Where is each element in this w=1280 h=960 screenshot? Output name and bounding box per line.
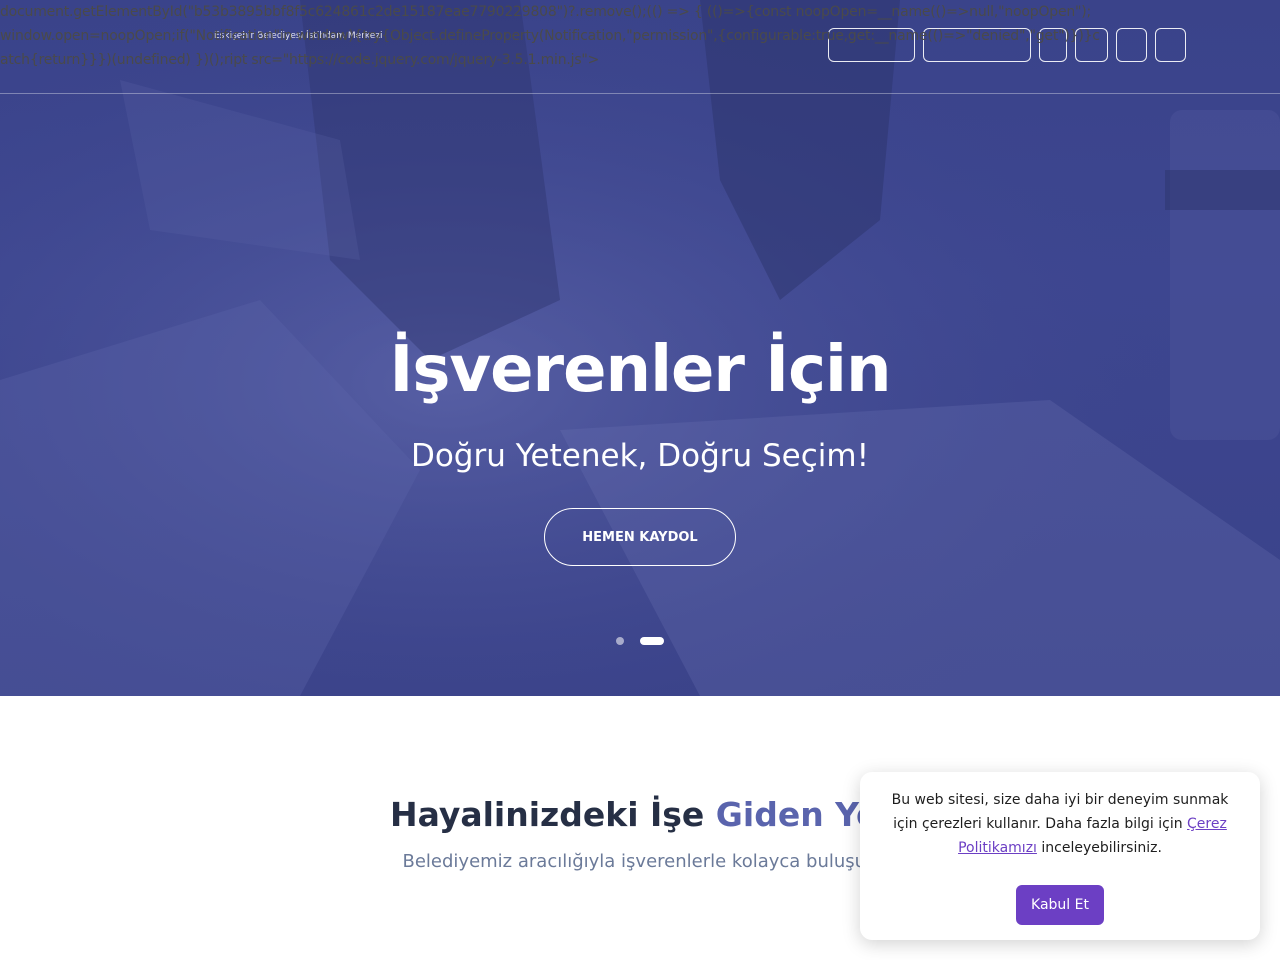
cookie-text-after: inceleyebilirsiniz. <box>1036 840 1162 856</box>
hero-slider: Eskişehir Belediyesi İstihdam Merkezi İş… <box>0 0 1280 696</box>
header-divider <box>0 93 1280 94</box>
cookie-text: Bu web sitesi, size daha iyi bir deneyim… <box>878 788 1242 860</box>
slider-dot-1[interactable] <box>616 637 624 645</box>
hero-subtitle: Doğru Yetenek, Doğru Seçim! <box>410 438 870 474</box>
leaked-script-text: document.getElementById("b53b3895bbf8f5c… <box>0 4 1100 68</box>
nav-icon-button-3[interactable] <box>1116 28 1147 62</box>
slider-pagination <box>0 637 1280 647</box>
register-now-button[interactable]: HEMEN KAYDOL <box>544 508 736 566</box>
cookie-banner: Bu web sitesi, size daha iyi bir deneyim… <box>860 772 1260 940</box>
slider-dot-2-active[interactable] <box>640 637 664 645</box>
cookie-accept-button[interactable]: Kabul Et <box>1016 885 1104 925</box>
nav-icon-button-4[interactable] <box>1155 28 1186 62</box>
page: Eskişehir Belediyesi İstihdam Merkezi İş… <box>0 0 1280 960</box>
section-title-text: Hayalinizdeki İşe <box>389 795 716 834</box>
cookie-text-before: Bu web sitesi, size daha iyi bir deneyim… <box>891 792 1229 832</box>
hero-title: İşverenler İçin <box>389 333 892 407</box>
